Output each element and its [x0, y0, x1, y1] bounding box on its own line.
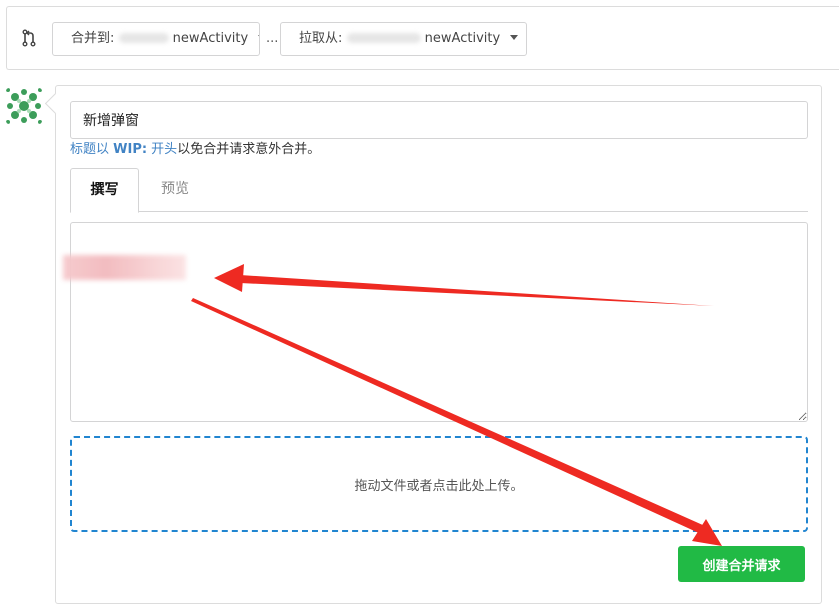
tab-preview[interactable]: 预览: [144, 168, 206, 212]
git-pull-request-icon: [22, 29, 36, 47]
title-input[interactable]: [70, 101, 808, 139]
caret-down-icon: [258, 35, 259, 40]
redacted-branch-prefix: [118, 32, 169, 43]
avatar: [6, 88, 42, 124]
head-branch-label: 拉取从:: [299, 31, 343, 46]
tab-write[interactable]: 撰写: [70, 168, 139, 213]
wip-keyword: WIP:: [113, 142, 148, 157]
head-branch-dropdown[interactable]: 拉取从: newActivity: [280, 22, 527, 56]
editor-tabs: 撰写 预览: [70, 168, 808, 213]
base-branch-dropdown[interactable]: 合并到: newActivity: [52, 22, 260, 56]
wip-hint-suffix: 以免合并请求意外合并。: [177, 142, 321, 157]
description-textarea[interactable]: [70, 222, 808, 422]
branch-separator: ...: [266, 31, 279, 46]
branch-selector-bar: 合并到: newActivity ... 拉取从: newActivity: [6, 6, 839, 70]
redacted-branch-prefix: [346, 32, 421, 43]
base-branch-label: 合并到:: [71, 31, 115, 46]
wip-hint: 标题以 WIP: 开头以免合并请求意外合并。: [70, 138, 320, 157]
dropzone-text: 拖动文件或者点击此处上传。: [354, 478, 524, 494]
wip-hint-prefix: 标题以: [70, 142, 114, 157]
file-upload-dropzone[interactable]: 拖动文件或者点击此处上传。: [70, 436, 808, 532]
wip-hint-middle: 开头: [147, 142, 178, 157]
redacted-description-text: [63, 255, 186, 280]
head-branch-name: newActivity: [424, 31, 501, 46]
base-branch-name: newActivity: [172, 31, 249, 46]
caret-down-icon: [510, 35, 519, 40]
create-merge-request-button[interactable]: 创建合并请求: [678, 546, 805, 582]
